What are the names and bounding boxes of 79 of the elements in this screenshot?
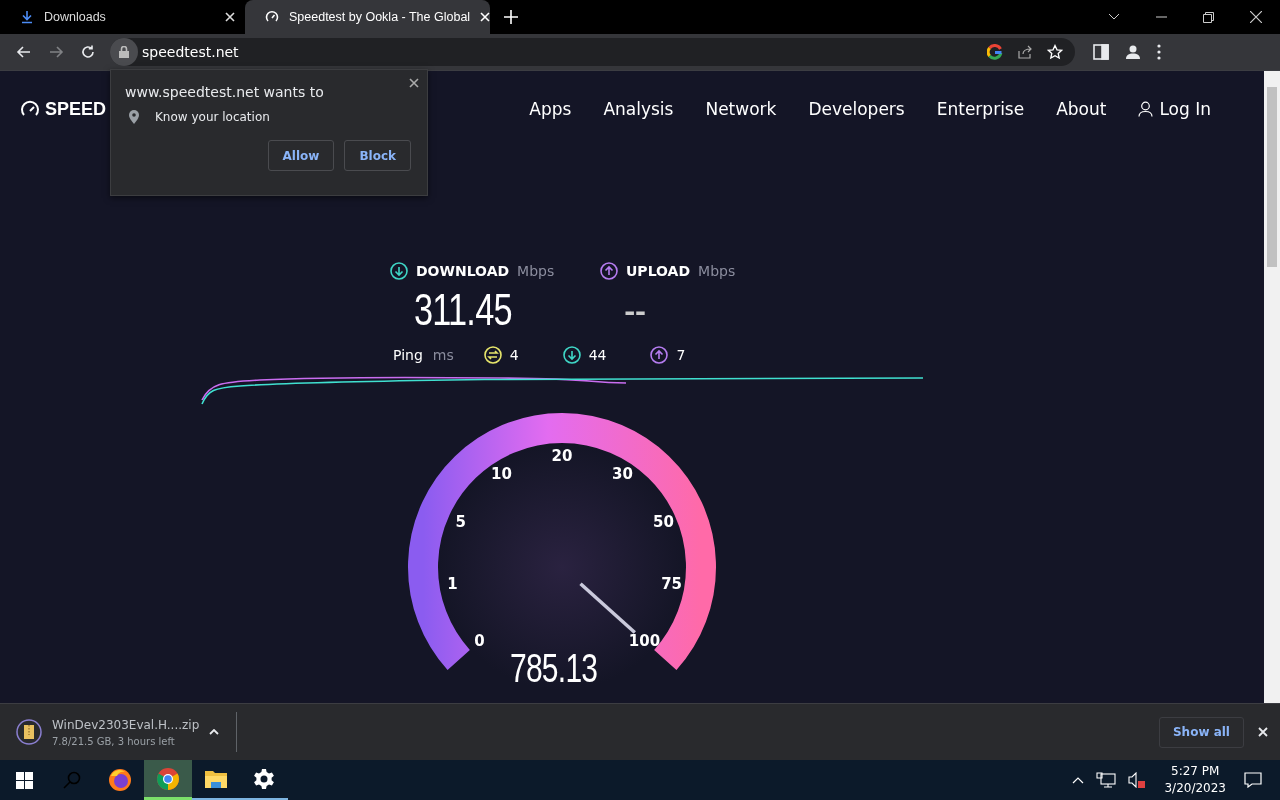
address-bar[interactable]: speedtest.net bbox=[110, 38, 1075, 66]
muted-speaker-icon bbox=[1128, 772, 1147, 788]
latency-value: 44 bbox=[588, 347, 607, 363]
windows-start-icon[interactable] bbox=[15, 771, 33, 789]
gauge-scale-label: 1 bbox=[447, 575, 458, 594]
browser-tab[interactable]: Speedtest by Ookla - The Global bbox=[245, 0, 490, 34]
nav-link[interactable]: About bbox=[1040, 99, 1123, 119]
gauge-scale-label: 50 bbox=[652, 512, 674, 531]
speed-value: -- bbox=[624, 284, 647, 336]
caret-up-icon bbox=[209, 729, 220, 735]
unit-label: ms bbox=[432, 347, 454, 363]
nav-link[interactable]: Network bbox=[689, 99, 793, 119]
scrollbar[interactable] bbox=[1264, 71, 1280, 703]
latency-value: 4 bbox=[509, 347, 519, 363]
user-icon bbox=[1138, 101, 1154, 117]
latency-value: 7 bbox=[676, 347, 686, 363]
gear-icon bbox=[253, 768, 275, 790]
forward-arrow-icon bbox=[48, 44, 64, 60]
new-tab-icon bbox=[504, 10, 518, 24]
gauge-scale-label: 5 bbox=[455, 512, 466, 531]
gauge-scale-label: 100 bbox=[628, 632, 661, 651]
browser-icon bbox=[156, 766, 180, 791]
google-icon bbox=[987, 44, 1003, 60]
ping-label: Ping bbox=[393, 347, 423, 363]
restore-icon bbox=[1203, 11, 1214, 23]
popup-title: www.speedtest.net wants to bbox=[125, 84, 325, 100]
close-icon bbox=[480, 12, 491, 22]
clock-time: 5:27 PM bbox=[1171, 763, 1220, 780]
nav-link[interactable]: Developers bbox=[792, 99, 921, 119]
profile-icon[interactable] bbox=[1125, 44, 1141, 60]
gauge-scale-label: 75 bbox=[661, 575, 683, 594]
gauge-scale-label: 20 bbox=[551, 447, 573, 465]
clock-date: 3/20/2023 bbox=[1164, 780, 1226, 797]
block-button[interactable]: Block bbox=[344, 140, 411, 171]
nav-link[interactable]: Enterprise bbox=[920, 99, 1041, 119]
url-text: speedtest.net bbox=[142, 44, 239, 60]
star-icon bbox=[1047, 44, 1063, 60]
notification-icon bbox=[1244, 772, 1262, 788]
site-logo[interactable]: SPEED bbox=[45, 98, 107, 120]
back-arrow-icon bbox=[16, 44, 32, 60]
speed-value: 311.45 bbox=[414, 284, 513, 336]
chevron-down-icon bbox=[1108, 13, 1120, 21]
download-status: 7.8/21.5 GB, 3 hours left bbox=[52, 735, 176, 747]
browser-tab[interactable]: Downloads bbox=[0, 0, 245, 34]
chevron-up-icon bbox=[1072, 776, 1085, 784]
close-icon bbox=[225, 12, 235, 22]
gauge-scale-label: 30 bbox=[612, 464, 633, 483]
result-label: UPLOAD bbox=[626, 263, 691, 279]
share-icon bbox=[1017, 44, 1033, 60]
result-label: DOWNLOAD bbox=[416, 263, 510, 279]
unit-label: Mbps bbox=[517, 263, 555, 279]
download-icon bbox=[20, 10, 34, 24]
search-icon bbox=[62, 770, 82, 790]
nav-link[interactable]: Log In bbox=[1122, 99, 1227, 119]
close-icon bbox=[1250, 11, 1262, 23]
allow-button[interactable]: Allow bbox=[267, 140, 335, 171]
show-all-button[interactable]: Show all bbox=[1158, 716, 1244, 748]
unit-label: Mbps bbox=[698, 263, 736, 279]
gauge-icon bbox=[265, 10, 279, 24]
lock-icon bbox=[119, 46, 129, 58]
browser-icon bbox=[108, 768, 132, 792]
network-icon bbox=[1096, 772, 1117, 788]
nav-link[interactable]: Apps bbox=[513, 99, 588, 119]
folder-icon bbox=[204, 769, 228, 789]
close-icon bbox=[409, 78, 419, 88]
permission-request: Know your location bbox=[155, 110, 270, 124]
zip-file-icon bbox=[16, 719, 42, 745]
location-pin-icon bbox=[129, 110, 139, 124]
download-filename[interactable]: WinDev2303Eval.H....zip bbox=[52, 717, 200, 732]
nav-link[interactable]: Analysis bbox=[587, 99, 690, 119]
gauge-scale-label: 10 bbox=[491, 464, 512, 483]
menu-icon[interactable] bbox=[1157, 44, 1161, 60]
gauge-needle bbox=[579, 582, 636, 634]
gauge-reading: 785.13 bbox=[510, 645, 598, 691]
close-icon bbox=[1258, 727, 1268, 737]
gauge-scale-label: 0 bbox=[474, 632, 485, 651]
side-panel-icon bbox=[1093, 44, 1109, 60]
minimize-icon bbox=[1156, 16, 1167, 18]
reload-icon bbox=[80, 44, 96, 60]
